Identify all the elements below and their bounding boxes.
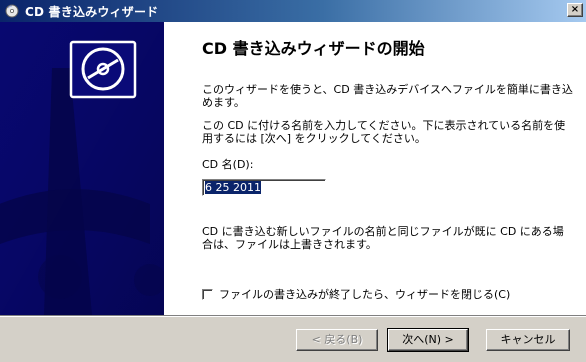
main-panel: CD 書き込みウィザードの開始 このウィザードを使うと、CD 書き込みデバイスへ…	[164, 22, 586, 315]
title-bar[interactable]: CD 書き込みウィザード ×	[0, 0, 586, 22]
close-wizard-checkbox[interactable]	[202, 288, 213, 300]
cd-burn-icon	[4, 3, 20, 19]
cd-disc-icon	[69, 40, 137, 99]
side-banner	[0, 22, 164, 315]
window-title: CD 書き込みウィザード	[25, 4, 159, 19]
next-button[interactable]: 次へ(N) >	[387, 328, 469, 352]
close-wizard-label[interactable]: ファイルの書き込みが終了したら、ウィザードを閉じる(C)	[219, 286, 510, 302]
wizard-window: CD 書き込みウィザード × CD 書き込みウィザードの開始 このウィザードを使…	[0, 0, 586, 362]
instruction-text: この CD に付ける名前を入力してください。下に表示されている名前を使用するには…	[202, 119, 566, 145]
cancel-button[interactable]: キャンセル	[486, 329, 570, 351]
cd-name-label: CD 名(D):	[202, 158, 254, 171]
close-wizard-option[interactable]: ファイルの書き込みが終了したら、ウィザードを閉じる(C)	[202, 286, 510, 302]
page-title: CD 書き込みウィザードの開始	[202, 39, 425, 58]
back-button[interactable]: < 戻る(B)	[296, 329, 378, 351]
intro-text: このウィザードを使うと、CD 書き込みデバイスへファイルを簡単に書き込めます。	[202, 83, 573, 109]
wizard-content: CD 書き込みウィザードの開始 このウィザードを使うと、CD 書き込みデバイスへ…	[0, 22, 586, 315]
overwrite-note: CD に書き込む新しいファイルの名前と同じファイルが既に CD にある場合は、フ…	[202, 225, 564, 251]
close-button[interactable]: ×	[567, 3, 583, 17]
cd-name-value: 6 25 2011	[205, 181, 261, 194]
separator	[0, 315, 586, 317]
cd-name-input[interactable]: 6 25 2011	[202, 179, 326, 196]
